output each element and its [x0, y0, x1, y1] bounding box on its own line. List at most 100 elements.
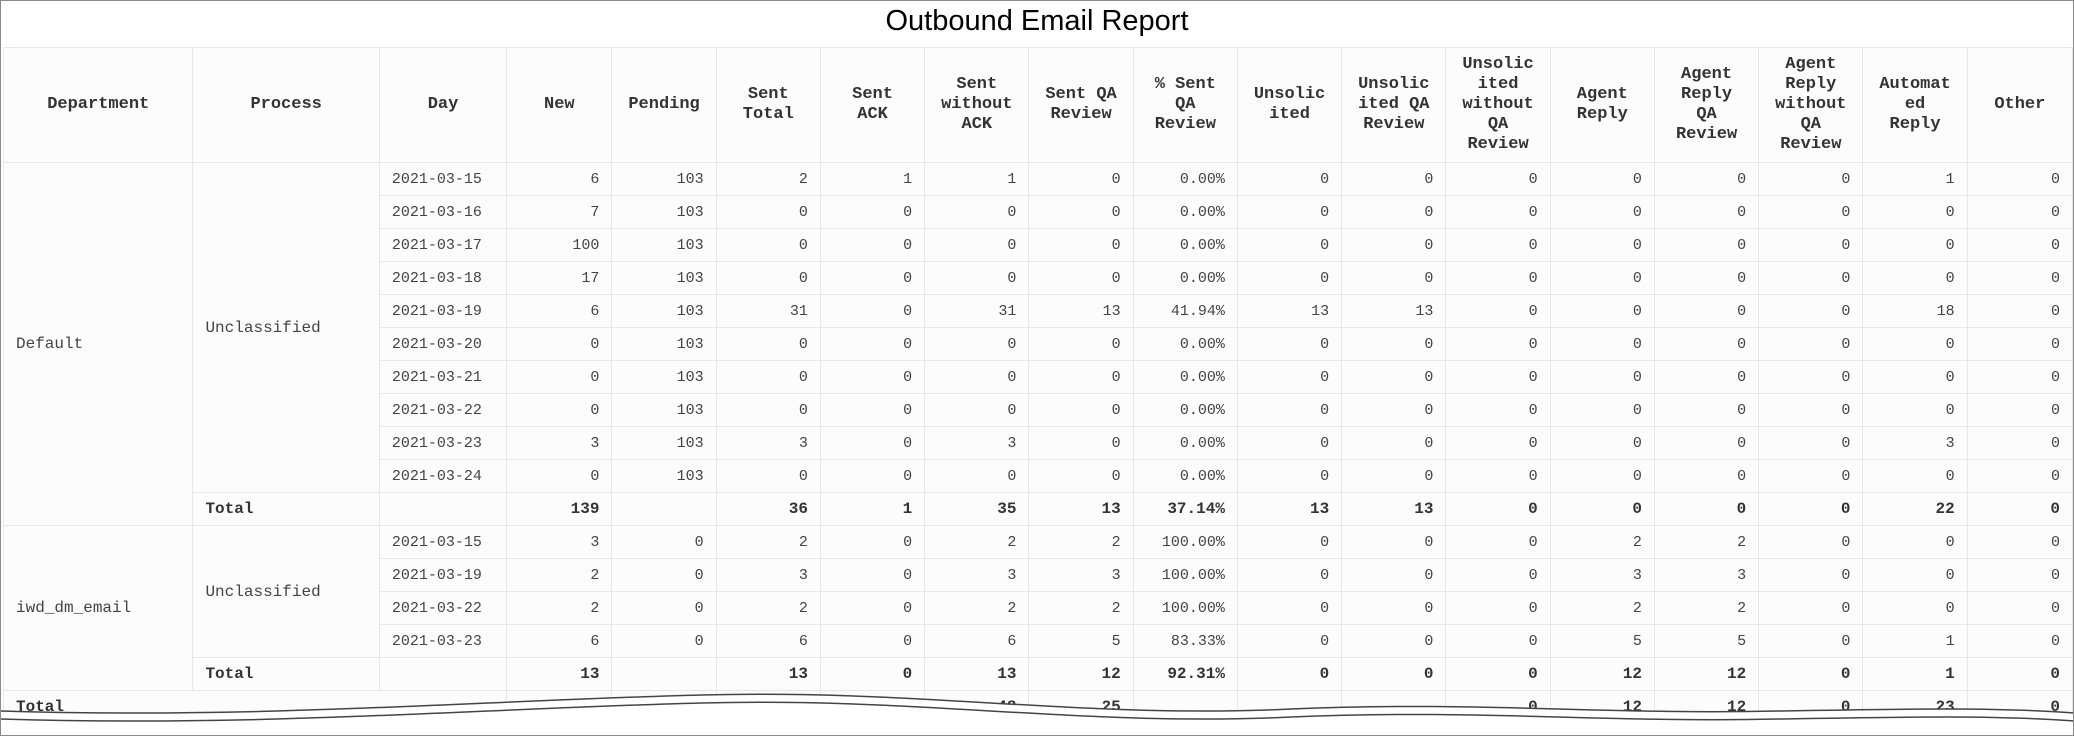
column-header-line: Process — [250, 95, 322, 114]
value-cell: 0 — [1653, 327, 1760, 361]
column-header-line: Pending — [628, 95, 700, 114]
value-cell: 0 — [1341, 591, 1447, 625]
value-cell: 0 — [715, 360, 821, 394]
value-cell: 0 — [1966, 162, 2073, 196]
value-cell: 2 — [1653, 525, 1760, 559]
column-header-agent-reply-without-qa-review: Agent Reply without QA Review — [1758, 47, 1864, 163]
column-header-line: New — [544, 95, 575, 114]
value-cell: 3 — [715, 558, 821, 592]
column-header-line: ited — [1269, 105, 1310, 124]
day-cell: 2021-03-19 — [378, 294, 508, 328]
value-cell: 2 — [715, 591, 821, 625]
value-cell: 0 — [1758, 261, 1864, 295]
value-cell: 0.00% — [1132, 261, 1238, 295]
value-cell: 1 — [819, 162, 926, 196]
column-header-unsolicited-qa-review: Unsolic ited QA Review — [1341, 47, 1447, 163]
value-cell: 0 — [1028, 261, 1134, 295]
column-header-line: Day — [427, 95, 459, 114]
column-header-line: QA — [1800, 115, 1822, 134]
value-cell: 2 — [1028, 525, 1134, 559]
column-header-pct-sent-qa-review: % Sent QA Review — [1132, 47, 1238, 163]
value-cell: 0 — [1341, 459, 1447, 493]
value-cell: 0.00% — [1132, 195, 1238, 229]
day-cell: 2021-03-18 — [378, 261, 508, 295]
column-header-sent-ack: Sent ACK — [819, 47, 926, 163]
value-cell: 0 — [611, 558, 717, 592]
value-cell: 0 — [1236, 360, 1343, 394]
value-cell: 0 — [1966, 294, 2073, 328]
value-cell: 0 — [1758, 228, 1864, 262]
subtotal-value-cell: 0 — [819, 657, 926, 691]
subtotal-value-cell: 1 — [1862, 657, 1968, 691]
column-header-line: Unsolic — [1462, 55, 1534, 74]
department-cell: Default — [2, 162, 194, 526]
value-cell: 0 — [1236, 459, 1343, 493]
subtotal-value-cell: 92.31% — [1132, 657, 1238, 691]
column-header-line: Automat — [1879, 75, 1951, 94]
column-header-line: ed — [1904, 95, 1926, 114]
value-cell: 2 — [1028, 591, 1134, 625]
value-cell: 7 — [506, 195, 613, 229]
value-cell: 0 — [506, 360, 613, 394]
value-cell: 0 — [1549, 228, 1655, 262]
value-cell: 0 — [924, 327, 1030, 361]
value-cell: 103 — [611, 195, 717, 229]
value-cell: 0 — [506, 393, 613, 427]
subtotal-value-cell: 0 — [1445, 492, 1551, 526]
value-cell: 103 — [611, 162, 717, 196]
value-cell: 0 — [1653, 162, 1760, 196]
torn-edge-decoration — [1, 693, 2073, 735]
column-header-line: Review — [1780, 135, 1842, 154]
value-cell: 0 — [1445, 624, 1551, 658]
value-cell: 0 — [715, 327, 821, 361]
column-header-line: Sent QA — [1045, 85, 1117, 104]
value-cell: 0 — [1549, 162, 1655, 196]
value-cell: 0 — [1445, 558, 1551, 592]
value-cell: 3 — [1028, 558, 1134, 592]
table-row: Default Unclassified 2021-03-15 6 103 2 1 1 0 0.0… — [2, 162, 2073, 526]
subtotal-value-cell: 0 — [1966, 492, 2073, 526]
value-cell: 103 — [611, 426, 717, 460]
value-cell: 0 — [1966, 393, 2073, 427]
subtotal-value-cell: 13 — [715, 657, 821, 691]
value-cell: 0 — [1028, 228, 1134, 262]
value-cell: 0 — [819, 591, 926, 625]
value-cell: 2 — [924, 525, 1030, 559]
subtotal-value-cell: 13 — [1236, 492, 1343, 526]
value-cell: 100.00% — [1132, 558, 1238, 592]
day-cell: 2021-03-15 — [378, 525, 508, 559]
value-cell: 0 — [819, 327, 926, 361]
value-cell: 0 — [1966, 327, 2073, 361]
column-header-line: Agent — [1785, 55, 1837, 74]
value-cell: 0 — [1341, 426, 1447, 460]
value-cell: 0 — [1341, 162, 1447, 196]
subtotal-value-cell: 22 — [1862, 492, 1968, 526]
value-cell: 0 — [819, 228, 926, 262]
column-header-line: Reply — [1576, 105, 1628, 124]
value-cell: 0 — [1758, 525, 1864, 559]
value-cell: 0 — [1236, 393, 1343, 427]
department-cell: iwd_dm_email — [2, 525, 194, 691]
column-header-line: Review — [1675, 125, 1738, 144]
value-cell: 0 — [1341, 360, 1447, 394]
value-cell: 0 — [1966, 195, 2073, 229]
column-header-automated-reply: Automat ed Reply — [1862, 47, 1968, 163]
value-cell: 0 — [1653, 393, 1760, 427]
column-header-line: Agent — [1576, 85, 1628, 104]
value-cell: 0 — [1653, 294, 1760, 328]
value-cell: 0 — [924, 459, 1030, 493]
subtotal-label: Total — [192, 657, 380, 691]
value-cell: 0 — [1862, 327, 1968, 361]
column-header-line: Department — [47, 95, 150, 114]
value-cell: 6 — [715, 624, 821, 658]
value-cell: 31 — [924, 294, 1030, 328]
value-cell: 0 — [1341, 393, 1447, 427]
value-cell: 0 — [715, 261, 821, 295]
subtotal-value-cell: 12 — [1549, 657, 1655, 691]
value-cell: 0 — [1862, 459, 1968, 493]
value-cell: 0 — [1445, 195, 1551, 229]
value-cell: 103 — [611, 261, 717, 295]
value-cell: 2 — [1653, 591, 1760, 625]
column-header-agent-reply: Agent Reply — [1549, 47, 1655, 163]
value-cell: 0 — [1862, 228, 1968, 262]
